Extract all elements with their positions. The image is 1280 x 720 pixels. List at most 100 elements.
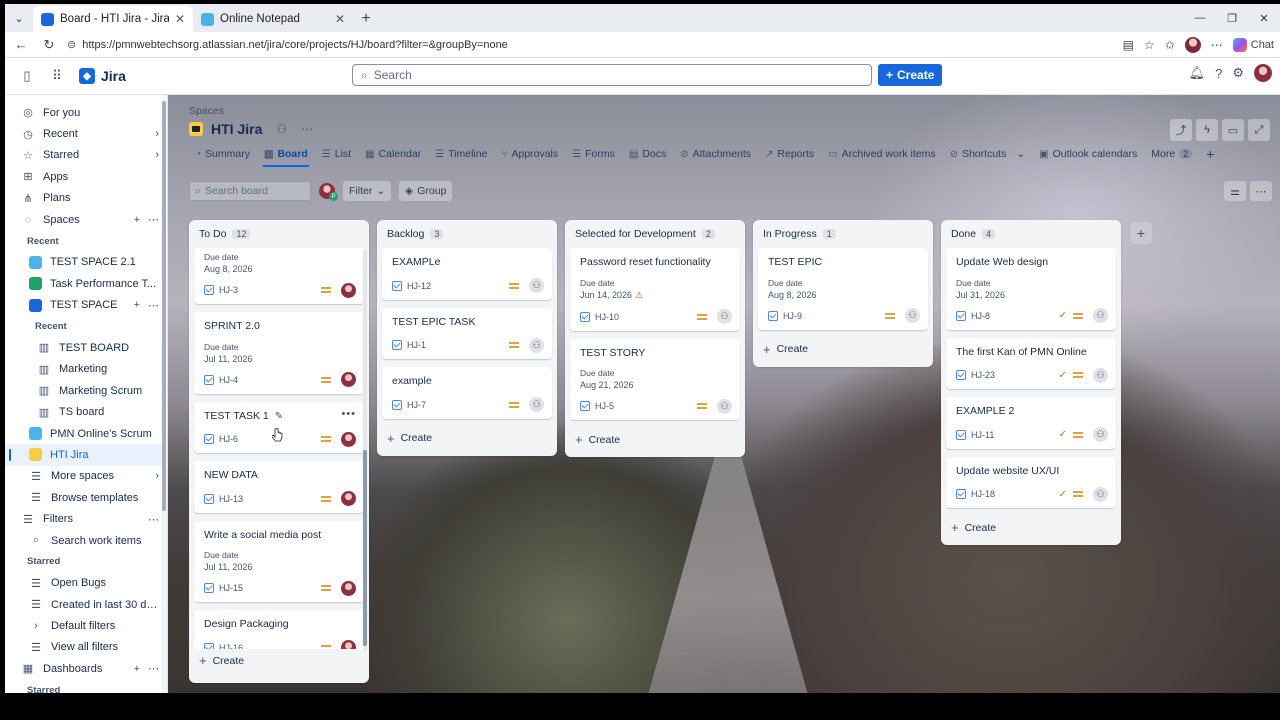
column-header[interactable]: To Do 12	[189, 220, 369, 248]
sidebar-browse-templates[interactable]: ☰ Browse templates	[5, 487, 167, 508]
work-item-card[interactable]: EXAMPLe HJ-12 ⚇	[382, 248, 552, 300]
favorites-icon[interactable]: ✩	[1165, 38, 1175, 52]
profile-avatar[interactable]	[1184, 36, 1201, 53]
tab-shortcuts[interactable]: ⊘ Shortcuts ⌄	[943, 145, 1033, 163]
work-item-key[interactable]: HJ-23	[971, 370, 1059, 380]
assignee-filter-avatar[interactable]: P	[319, 183, 338, 201]
work-item-key[interactable]: HJ-11	[971, 430, 1059, 440]
work-item-card[interactable]: EXAMPLE 2 HJ-11 ✓ ⚇	[946, 397, 1116, 449]
team-icon[interactable]: ⚇	[276, 122, 287, 136]
create-work-item-button[interactable]: + Create	[189, 649, 369, 672]
tab-outlook-calendars[interactable]: ▣ Outlook calendars	[1032, 145, 1144, 163]
add-space-icon[interactable]: +	[134, 214, 140, 226]
assignee-avatar[interactable]: ⚇	[529, 278, 544, 293]
work-item-key[interactable]: HJ-16	[219, 643, 321, 650]
work-item-key[interactable]: HJ-8	[971, 311, 1059, 321]
assignee-avatar[interactable]: ⚇	[1093, 486, 1108, 502]
more-options-icon[interactable]: •••	[341, 408, 356, 420]
assignee-avatar[interactable]: ⚇	[717, 398, 732, 414]
app-switcher-icon[interactable]: ⠿	[45, 64, 69, 88]
add-column-button[interactable]: +	[1130, 222, 1152, 244]
add-icon[interactable]: +	[134, 299, 140, 311]
sidebar-board-ts-board[interactable]: ▥ TS board	[5, 401, 167, 422]
tab-list[interactable]: ☰ List	[315, 145, 358, 163]
work-item-card[interactable]: SPRINT 2.0 Due date Jul 11, 2026 HJ-4	[194, 312, 364, 394]
back-icon[interactable]: ←	[11, 37, 31, 52]
more-options-icon[interactable]: ⋯	[148, 662, 159, 675]
global-search-input[interactable]: ⌕ Search	[352, 64, 872, 86]
assignee-avatar[interactable]	[341, 580, 356, 596]
tab-forms[interactable]: ☰ Forms	[565, 145, 622, 163]
sidebar-space-pmn-scrum[interactable]: PMN Online's Scrum	[5, 423, 167, 444]
sidebar-item-apps[interactable]: ⊞ Apps	[5, 166, 167, 187]
tab-list-icon[interactable]: ⌄	[5, 4, 33, 32]
tab-more[interactable]: More 2	[1144, 145, 1199, 163]
breadcrumb[interactable]: Spaces	[189, 105, 224, 117]
url-field[interactable]: ⊜ https://pmnwebtechsorg.atlassian.net/j…	[67, 34, 1115, 56]
sidebar-board-marketing[interactable]: ▥ Marketing	[5, 359, 167, 380]
column-header[interactable]: Backlog 3	[377, 220, 557, 248]
work-item-key[interactable]: HJ-13	[219, 494, 321, 504]
more-options-icon[interactable]: ⋯	[148, 213, 159, 226]
work-item-key[interactable]: HJ-4	[219, 375, 321, 385]
assignee-avatar[interactable]: ⚇	[529, 397, 544, 412]
add-icon[interactable]: +	[134, 663, 140, 675]
close-tab-icon[interactable]: ✕	[175, 12, 185, 26]
work-item-key[interactable]: HJ-3	[219, 285, 321, 295]
sidebar-item-filters[interactable]: ☰ Filters ⋯	[5, 508, 167, 529]
assignee-avatar[interactable]	[341, 431, 356, 447]
assignee-avatar[interactable]: ⚇	[1093, 308, 1108, 323]
sidebar-item-dashboards[interactable]: ▦ Dashboards + ⋯	[5, 658, 167, 679]
assignee-avatar[interactable]: ⚇	[529, 337, 544, 353]
create-work-item-button[interactable]: + Create	[377, 427, 557, 450]
column-scrollbar[interactable]	[363, 250, 367, 650]
add-tab-icon[interactable]: +	[1199, 145, 1221, 163]
tab-reports[interactable]: ↗ Reports	[758, 145, 821, 163]
sidebar-item-starred[interactable]: ☆ Starred ›	[5, 145, 167, 166]
reload-icon[interactable]: ↻	[39, 37, 59, 53]
sidebar-search-work-items[interactable]: ⌕ Search work items	[5, 530, 167, 551]
reader-icon[interactable]: ▤	[1123, 38, 1134, 52]
user-avatar[interactable]	[1254, 64, 1272, 82]
work-item-key[interactable]: HJ-15	[219, 583, 321, 593]
copilot-chat-button[interactable]: Chat	[1232, 37, 1274, 52]
work-item-card[interactable]: Design Packaging HJ-16	[194, 610, 364, 649]
work-item-key[interactable]: HJ-18	[971, 489, 1059, 499]
work-item-card[interactable]: Password reset functionality Due date Jun …	[570, 248, 740, 331]
group-button[interactable]: ◈ Group	[399, 181, 453, 201]
work-item-key[interactable]: HJ-5	[595, 401, 697, 411]
column-header[interactable]: In Progress 1	[753, 220, 933, 248]
browser-tab-jira[interactable]: Board - HTI Jira - Jira ✕	[33, 6, 193, 32]
view-settings-icon[interactable]: ⚌	[1224, 181, 1246, 201]
work-item-key[interactable]: HJ-9	[783, 311, 885, 321]
chevron-right-icon[interactable]: ›	[155, 470, 159, 482]
new-tab-button[interactable]: +	[353, 6, 379, 32]
work-item-card[interactable]: Update website UX/UI HJ-18 ✓ ⚇	[946, 456, 1116, 508]
assignee-avatar[interactable]: ⚇	[1093, 367, 1108, 383]
site-info-icon[interactable]: ⊜	[67, 38, 76, 51]
chevron-right-icon[interactable]: ›	[155, 149, 159, 161]
sidebar-space-hti-jira[interactable]: HTI Jira	[5, 444, 167, 466]
create-work-item-button[interactable]: + Create	[565, 428, 745, 451]
work-item-key[interactable]: HJ-1	[407, 340, 509, 350]
scrollbar-thumb[interactable]	[162, 101, 166, 511]
work-item-key[interactable]: HJ-12	[407, 281, 509, 291]
tab-board[interactable]: ▥ Board	[257, 145, 315, 167]
work-item-key[interactable]: HJ-10	[595, 312, 697, 322]
automation-lightning-icon[interactable]: ϟ	[1196, 119, 1218, 141]
column-header[interactable]: Done 4	[941, 220, 1121, 248]
work-item-key[interactable]: HJ-6	[219, 434, 321, 444]
work-item-card[interactable]: TEST EPIC Due date Aug 8, 2026 HJ-9 ⚇	[758, 248, 928, 330]
tab-timeline[interactable]: ☰ Timeline	[428, 145, 494, 163]
sidebar-toggle-icon[interactable]: ▯	[15, 64, 39, 88]
create-work-item-button[interactable]: + Create	[753, 338, 933, 361]
tab-calendar[interactable]: ▦ Calendar	[358, 145, 428, 163]
close-tab-icon[interactable]: ✕	[335, 12, 345, 26]
share-icon[interactable]: ⤴	[1170, 119, 1192, 141]
help-icon[interactable]: ?	[1215, 66, 1222, 81]
sidebar-space-test-space-2-1[interactable]: TEST SPACE 2.1	[5, 252, 167, 273]
sidebar-default-filters[interactable]: › Default filters	[5, 615, 167, 636]
work-item-card[interactable]: Due date Aug 8, 2026 HJ-3	[194, 248, 364, 304]
assignee-avatar[interactable]	[341, 640, 356, 649]
tab-summary[interactable]: ◔ Summary	[188, 145, 257, 163]
